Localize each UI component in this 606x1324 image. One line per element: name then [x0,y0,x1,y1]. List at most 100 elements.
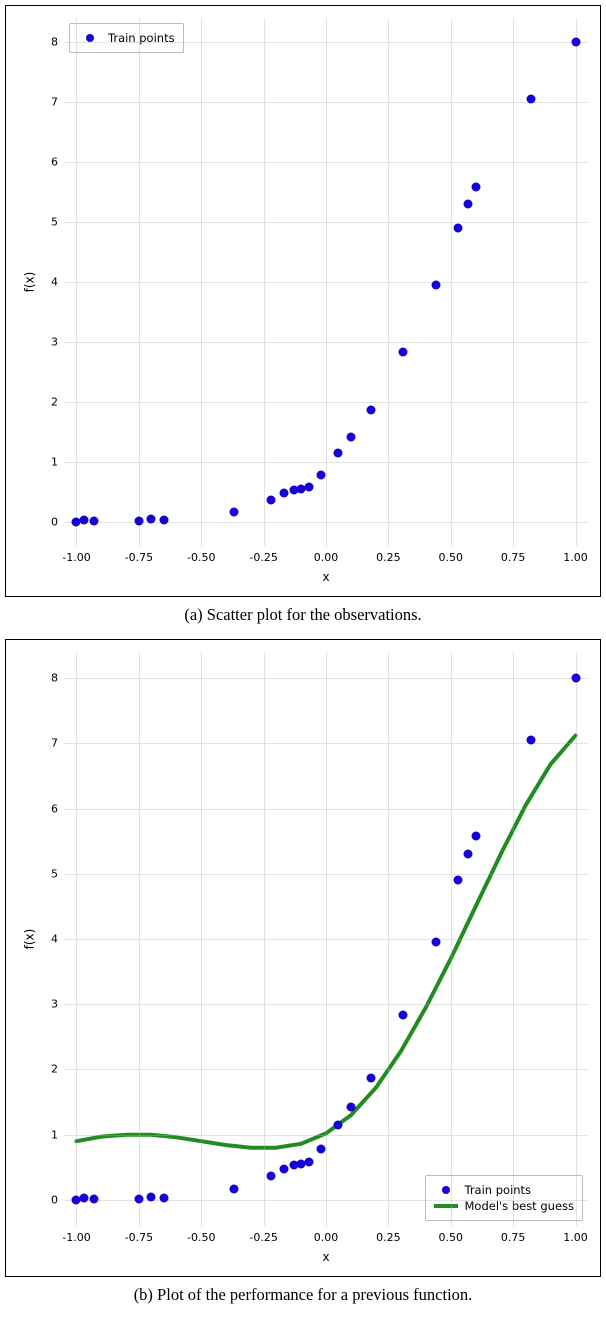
data-point [471,183,480,192]
data-point [229,1184,238,1193]
grid-line [64,1135,588,1136]
data-point [471,831,480,840]
grid-line [64,462,588,463]
data-point [366,405,375,414]
x-tick-label: 0.75 [501,551,526,564]
y-tick-label: 3 [51,998,58,1011]
y-tick-label: 2 [51,1063,58,1076]
chart-b-caption: (b) Plot of the performance for a previo… [5,1285,601,1305]
y-tick-label: 5 [51,867,58,880]
data-point [134,516,143,525]
x-tick-label: 1.00 [563,551,588,564]
line-icon [434,1204,458,1208]
data-point [317,471,326,480]
chart-b-xlabel: x [322,1250,329,1264]
data-point [89,1194,98,1203]
data-point [454,224,463,233]
y-tick-label: 7 [51,737,58,750]
grid-line [64,42,588,43]
grid-line [64,402,588,403]
y-tick-label: 0 [51,516,58,529]
grid-line [64,939,588,940]
data-point [464,200,473,209]
data-point [346,432,355,441]
grid-line [64,162,588,163]
x-tick-label: -0.75 [125,1231,153,1244]
data-point [366,1073,375,1082]
data-point [79,1193,88,1202]
grid-line [64,342,588,343]
y-tick-label: 3 [51,336,58,349]
x-tick-label: 0.75 [501,1231,526,1244]
legend-label: Model's best guess [464,1199,574,1213]
legend-label: Train points [464,1183,531,1197]
data-point [334,449,343,458]
chart-a-xlabel: x [322,570,329,584]
x-tick-label: 0.25 [376,1231,401,1244]
data-point [571,674,580,683]
x-tick-label: 1.00 [563,1231,588,1244]
data-point [79,516,88,525]
y-tick-label: 5 [51,216,58,229]
data-point [267,495,276,504]
data-point [431,281,440,290]
data-point [526,736,535,745]
data-point [279,1164,288,1173]
grid-line [64,809,588,810]
data-point [346,1103,355,1112]
grid-line [64,1004,588,1005]
grid-line [64,102,588,103]
grid-line [64,743,588,744]
y-tick-label: 4 [51,933,58,946]
x-tick-label: 0.50 [439,1231,464,1244]
data-point [464,850,473,859]
y-tick-label: 6 [51,156,58,169]
data-point [134,1194,143,1203]
grid-line [64,1069,588,1070]
x-tick-label: -0.50 [187,551,215,564]
grid-line [64,222,588,223]
x-tick-label: 0.50 [439,551,464,564]
y-tick-label: 0 [51,1193,58,1206]
chart-b-plot-area: Train points Model's best guess x f(x) -… [64,652,588,1226]
y-tick-label: 1 [51,1128,58,1141]
data-point [399,348,408,357]
y-tick-label: 4 [51,276,58,289]
data-point [159,516,168,525]
grid-line [64,282,588,283]
y-tick-label: 7 [51,96,58,109]
legend-item-train-points: Train points [434,1183,574,1197]
grid-line [64,874,588,875]
x-tick-label: 0.00 [314,551,339,564]
x-tick-label: 0.25 [376,551,401,564]
data-point [229,507,238,516]
data-point [279,489,288,498]
data-point [147,515,156,524]
data-point [304,483,313,492]
data-point [431,938,440,947]
y-tick-label: 6 [51,802,58,815]
x-tick-label: -1.00 [62,551,90,564]
x-tick-label: -0.25 [249,551,277,564]
chart-b-ylabel: f(x) [22,929,36,950]
x-tick-label: -0.25 [249,1231,277,1244]
chart-b-container: Train points Model's best guess x f(x) -… [5,639,601,1277]
chart-a-container: Train points x f(x) -1.00 -0.75 -0.50 -0.25… [5,5,601,597]
x-tick-label: -0.50 [187,1231,215,1244]
dot-icon [86,34,94,42]
x-tick-label: -0.75 [125,551,153,564]
data-point [267,1171,276,1180]
y-tick-label: 8 [51,672,58,685]
chart-a-legend: Train points [69,23,184,53]
data-point [399,1011,408,1020]
chart-a-plot-area: Train points x f(x) -1.00-0.75-0.50-0.25… [64,18,588,546]
x-tick-label: -1.00 [62,1231,90,1244]
y-tick-label: 8 [51,36,58,49]
data-point [526,95,535,104]
chart-b-legend: Train points Model's best guess [425,1175,583,1221]
y-tick-label: 1 [51,456,58,469]
dot-icon [442,1186,450,1194]
data-point [147,1192,156,1201]
data-point [317,1145,326,1154]
chart-a-ylabel: f(x) [22,272,36,293]
